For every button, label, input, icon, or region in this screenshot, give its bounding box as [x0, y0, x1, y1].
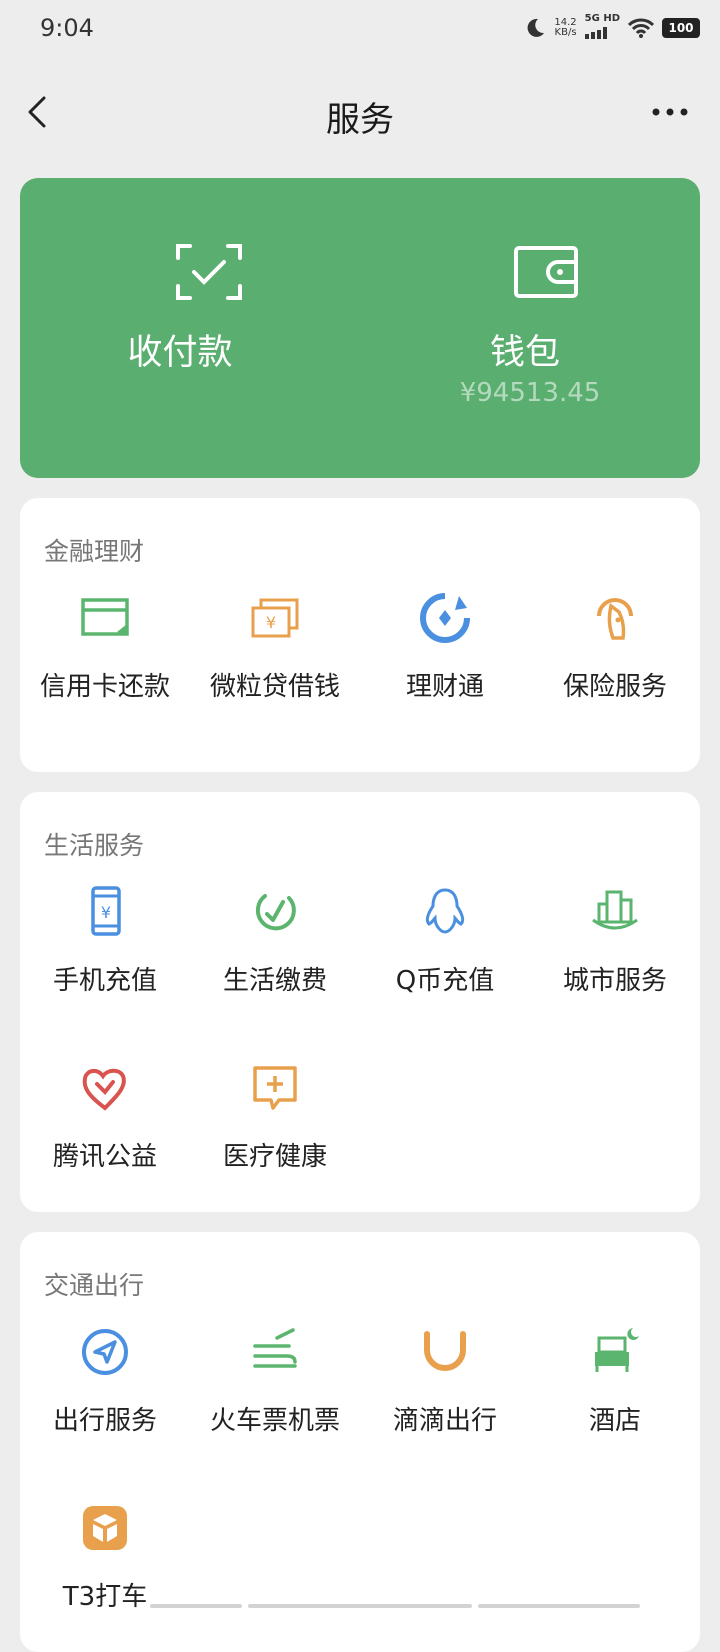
grid-item-city-service[interactable]: 城市服务: [530, 886, 700, 1026]
grid-item-hotel[interactable]: 酒店: [530, 1326, 700, 1466]
section-title: 生活服务: [44, 831, 145, 860]
phone-recharge-icon: ¥: [91, 886, 121, 936]
scroll-indicator: [150, 1604, 242, 1608]
t3-taxi-icon: [83, 1506, 127, 1550]
grid-item-charity[interactable]: 腾讯公益: [20, 1062, 190, 1202]
wallet-balance: ¥94513.45: [459, 378, 601, 408]
page-title: 服务: [326, 100, 394, 140]
svg-text:¥: ¥: [101, 903, 111, 922]
grid-item-insurance[interactable]: 保险服务: [530, 592, 700, 732]
credit-card-icon: [81, 598, 129, 636]
charity-icon: [82, 1068, 126, 1111]
travel-icon: [82, 1329, 128, 1375]
grid-item-train-flight[interactable]: 火车票机票: [190, 1326, 360, 1466]
grid-item-label: 腾讯公益: [52, 1142, 157, 1172]
qq-coin-icon: [425, 888, 465, 934]
wifi-icon: [628, 18, 654, 38]
grid-item-label: 酒店: [588, 1406, 641, 1436]
grid-item-wealth[interactable]: 理财通: [360, 592, 530, 732]
status-icons: 14.2 KB/s 5G HD 100: [524, 13, 700, 43]
medical-icon: [253, 1066, 297, 1110]
insurance-icon: [597, 598, 633, 640]
wallet-label: 钱包: [489, 333, 560, 373]
grid-item-label: 城市服务: [562, 966, 667, 996]
grid-item-didi[interactable]: 滴滴出行: [360, 1326, 530, 1466]
network-speed: 14.2 KB/s: [554, 17, 577, 38]
loan-icon: ¥: [251, 598, 299, 638]
grid-item-label: 理财通: [405, 672, 484, 702]
grid-item-phone-recharge[interactable]: ¥ 手机充值: [20, 886, 190, 1026]
grid-item-label: 出行服务: [52, 1406, 157, 1436]
grid-item-loan[interactable]: ¥ 微粒贷借钱: [190, 592, 360, 732]
battery-icon: 100: [662, 18, 700, 38]
section-finance: 金融理财 信用卡还款 ¥ 微粒贷借钱 理财通 保险服务: [20, 498, 700, 772]
utility-payment-icon: [255, 894, 296, 931]
scroll-indicator: [248, 1604, 472, 1608]
grid-item-utility-payment[interactable]: 生活缴费: [190, 886, 360, 1026]
grid-item-label: Q币充值: [395, 966, 495, 996]
scan-check-icon: [176, 244, 242, 300]
grid-item-label: 微粒贷借钱: [209, 672, 340, 702]
section-life-services: 生活服务 ¥ 手机充值 生活缴费 Q币充值 城市服务 腾讯公益 医疗健康: [20, 792, 700, 1212]
grid-item-credit-card[interactable]: 信用卡还款: [20, 592, 190, 732]
more-icon: [652, 108, 688, 116]
grid-item-label: 信用卡还款: [39, 672, 170, 702]
train-flight-icon: [253, 1328, 297, 1368]
grid-item-t3-taxi[interactable]: T3打车: [20, 1502, 190, 1642]
status-time: 9:04: [40, 14, 94, 42]
wallet-button[interactable]: 钱包 ¥94513.45: [360, 178, 700, 478]
status-bar: 9:04 14.2 KB/s 5G HD 100: [0, 0, 720, 56]
grid-item-label: 滴滴出行: [392, 1406, 497, 1436]
scroll-indicator: [478, 1604, 640, 1608]
hotel-icon: [595, 1328, 639, 1372]
grid-item-label: 医疗健康: [222, 1142, 327, 1172]
svg-text:¥: ¥: [266, 613, 276, 632]
grid-item-label: 保险服务: [562, 672, 667, 702]
wallet-card: 收付款 钱包 ¥94513.45: [20, 178, 700, 478]
grid-item-label: 手机充值: [52, 966, 157, 996]
signal-icon: [584, 26, 607, 39]
grid-item-qq-coin[interactable]: Q币充值: [360, 886, 530, 1026]
wallet-icon: [514, 246, 578, 298]
network-type: 5G HD: [584, 13, 620, 43]
city-service-icon: [592, 890, 638, 930]
grid-item-travel[interactable]: 出行服务: [20, 1326, 190, 1466]
grid-item-label: 火车票机票: [209, 1406, 340, 1436]
moon-icon: [527, 18, 545, 37]
grid-item-label: 生活缴费: [222, 966, 327, 996]
grid-item-medical[interactable]: 医疗健康: [190, 1062, 360, 1202]
nav-bar: 服务: [0, 72, 720, 160]
pay-receive-label: 收付款: [127, 333, 233, 373]
wealth-icon: [420, 593, 470, 643]
pay-receive-button[interactable]: 收付款: [20, 178, 360, 478]
section-title: 金融理财: [44, 537, 145, 566]
section-title: 交通出行: [44, 1271, 145, 1300]
didi-icon: [424, 1331, 466, 1371]
more-button[interactable]: [644, 90, 696, 134]
section-transport: 交通出行 出行服务 火车票机票 滴滴出行 酒店 T3打车: [20, 1232, 700, 1652]
